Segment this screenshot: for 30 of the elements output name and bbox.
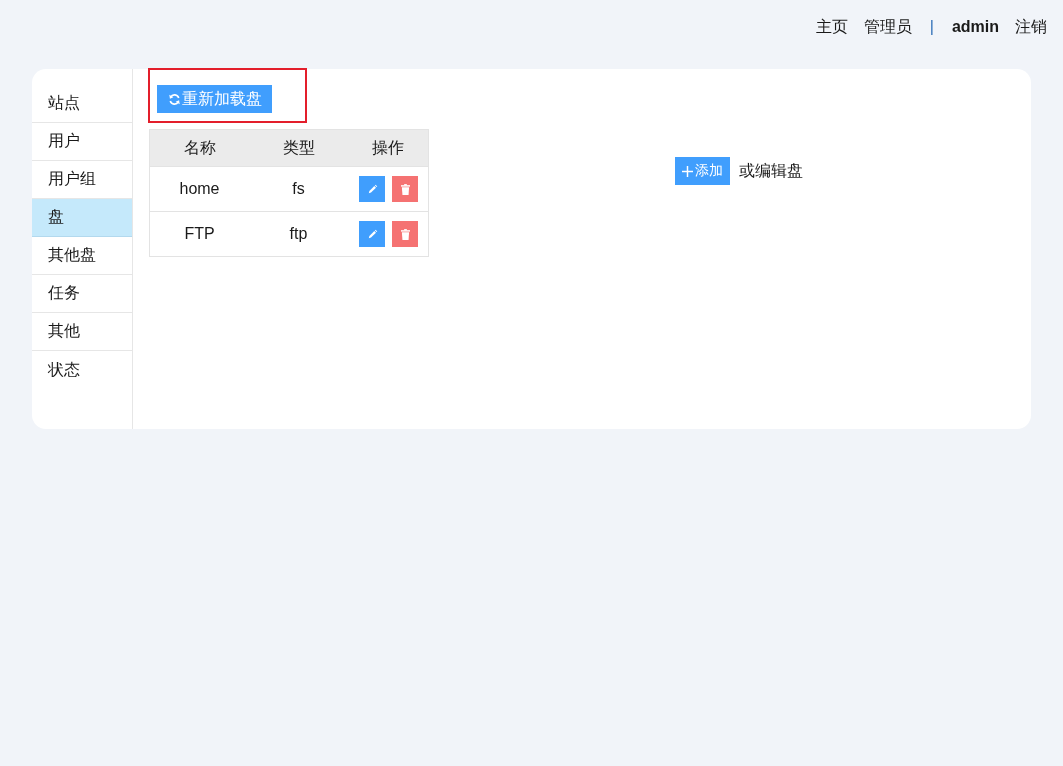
pencil-icon (366, 228, 378, 240)
delete-button[interactable] (392, 176, 418, 202)
sidebar-item[interactable]: 用户 (32, 123, 132, 161)
sidebar-item[interactable]: 站点 (32, 85, 132, 123)
nav-separator: | (929, 18, 934, 36)
sidebar-item[interactable]: 其他盘 (32, 237, 132, 275)
edit-button[interactable] (359, 176, 385, 202)
trash-icon (400, 183, 410, 195)
table-cell: fs (249, 166, 348, 212)
nav-link[interactable]: 管理员 (863, 16, 912, 38)
plus-icon (682, 165, 693, 177)
nav-link[interactable]: 主页 (815, 16, 848, 38)
refresh-icon (168, 92, 181, 106)
trash-icon (400, 228, 410, 240)
sidebar-item[interactable]: 任务 (32, 275, 132, 313)
table-cell: home (149, 166, 249, 212)
delete-button[interactable] (392, 221, 418, 247)
column-header: 操作 (348, 129, 429, 167)
sidebar-item[interactable]: 状态 (32, 351, 132, 389)
sidebar-item[interactable]: 盘 (32, 199, 132, 237)
column-header: 类型 (249, 129, 348, 167)
column-header: 名称 (149, 129, 249, 167)
edit-button[interactable] (359, 221, 385, 247)
username: admin (951, 18, 999, 36)
logout-link[interactable]: 注销 (1015, 16, 1047, 38)
table-cell: FTP (149, 211, 249, 257)
sidebar-item[interactable]: 其他 (32, 313, 132, 351)
editor-hint: 或编辑盘 (739, 160, 803, 181)
table-cell: ftp (249, 211, 348, 257)
pencil-icon (366, 183, 378, 195)
